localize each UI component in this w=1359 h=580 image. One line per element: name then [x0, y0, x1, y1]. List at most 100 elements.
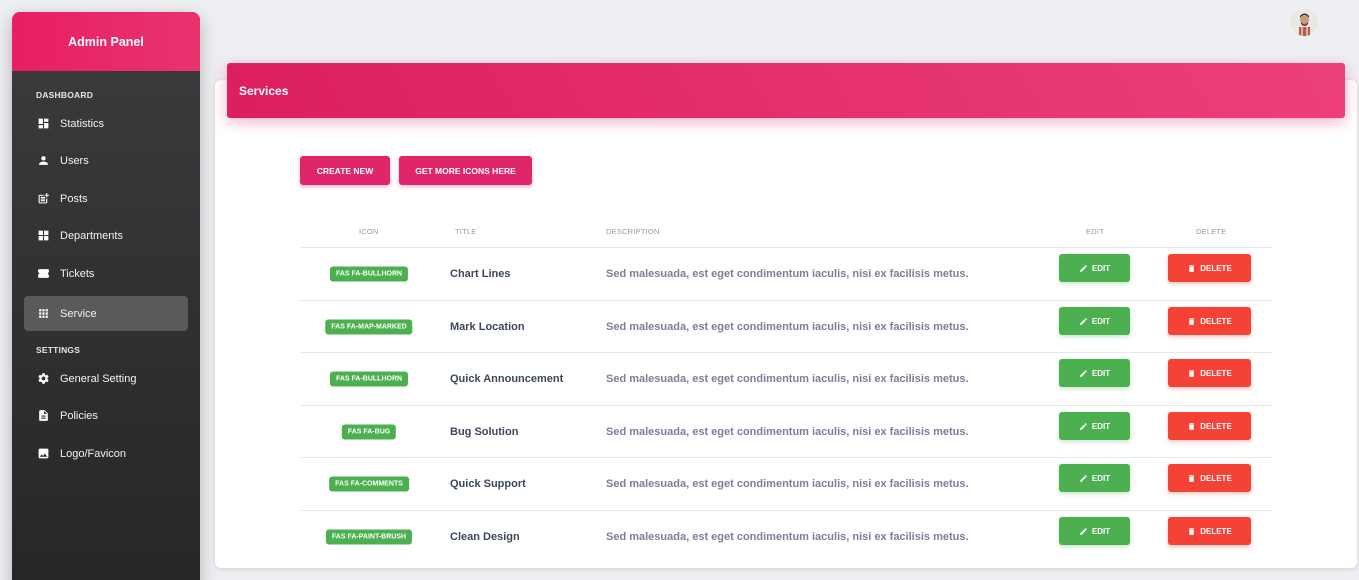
service-description: Sed malesuada, est eget condimentum iacu…: [606, 426, 969, 438]
sidebar-item-label: Tickets: [60, 267, 95, 280]
icon-class-badge: FAS FA-MAP-MARKED: [325, 319, 413, 335]
sidebar-item-label: Statistics: [60, 117, 105, 130]
edit-button[interactable]: EDIT: [1059, 517, 1130, 545]
edit-button[interactable]: EDIT: [1059, 464, 1130, 492]
column-header-edit: EDIT: [1086, 227, 1104, 236]
edit-label: EDIT: [1091, 368, 1111, 378]
sidebar-item-tickets[interactable]: Tickets: [24, 256, 188, 291]
edit-button[interactable]: EDIT: [1059, 359, 1130, 387]
trash-icon: [1189, 474, 1195, 482]
service-title: Chart Lines: [450, 268, 511, 280]
edit-label: EDIT: [1091, 263, 1111, 273]
delete-button[interactable]: DELETE: [1168, 412, 1251, 440]
pencil-icon: [1080, 422, 1087, 430]
sidebar-item-label: Departments: [60, 229, 123, 242]
delete-button[interactable]: DELETE: [1168, 359, 1251, 387]
dashboard-icon: [37, 229, 50, 242]
get-more-icons-button[interactable]: GET MORE ICONS HERE: [399, 156, 532, 185]
person-icon: [37, 154, 50, 167]
column-header-description: DESCRIPTION: [606, 227, 660, 236]
section-label-settings: SETTINGS: [36, 345, 81, 355]
service-description: Sed malesuada, est eget condimentum iacu…: [606, 268, 969, 280]
delete-button[interactable]: DELETE: [1168, 307, 1251, 335]
delete-button[interactable]: DELETE: [1168, 254, 1251, 282]
create-new-button[interactable]: CREATE NEW: [300, 156, 390, 185]
service-description: Sed malesuada, est eget condimentum iacu…: [606, 321, 969, 333]
edit-label: EDIT: [1091, 526, 1111, 536]
column-header-delete: DELETE: [1196, 227, 1227, 236]
grid-icon: [37, 307, 50, 320]
edit-label: EDIT: [1091, 316, 1111, 326]
delete-label: DELETE: [1200, 263, 1232, 273]
delete-label: DELETE: [1200, 526, 1232, 536]
delete-label: DELETE: [1200, 421, 1232, 431]
sidebar-item-departments[interactable]: Departments: [24, 218, 188, 253]
sidebar-item-label: Service: [60, 307, 97, 320]
sidebar-item-users[interactable]: Users: [24, 143, 188, 178]
icon-class-badge: FAS FA-BULLHORN: [329, 266, 409, 282]
service-description: Sed malesuada, est eget condimentum iacu…: [606, 531, 969, 543]
service-title: Quick Support: [450, 478, 526, 490]
pencil-icon: [1080, 317, 1087, 325]
icon-class-badge: FAS FA-PAINT-BRUSH: [325, 529, 413, 545]
app-title: Admin Panel: [68, 34, 144, 49]
trash-icon: [1189, 422, 1195, 430]
column-header-title: TITLE: [455, 227, 477, 236]
delete-label: DELETE: [1200, 316, 1232, 326]
sidebar-item-policies[interactable]: Policies: [24, 398, 188, 433]
icon-class-badge: FAS FA-COMMENTS: [329, 476, 409, 492]
table-row: FAS FA-BULLHORN Quick Announcement Sed m…: [300, 352, 1272, 405]
trash-icon: [1189, 264, 1195, 272]
trash-icon: [1189, 369, 1195, 377]
pencil-icon: [1080, 369, 1087, 377]
edit-label: EDIT: [1091, 421, 1111, 431]
sidebar-item-label: Logo/Favicon: [60, 447, 127, 460]
service-title: Clean Design: [450, 531, 520, 543]
edit-label: EDIT: [1091, 473, 1111, 483]
trash-icon: [1189, 527, 1195, 535]
icon-class-badge: FAS FA-BULLHORN: [329, 371, 409, 387]
sidebar-item-label: Users: [60, 154, 89, 167]
ticket-icon: [37, 267, 50, 280]
table-row: FAS FA-COMMENTS Quick Support Sed malesu…: [300, 457, 1272, 510]
trash-icon: [1189, 317, 1195, 325]
column-header-icon: ICON: [359, 227, 379, 236]
icon-class-badge: FAS FA-BUG: [341, 424, 397, 440]
edit-button[interactable]: EDIT: [1059, 307, 1130, 335]
table-row: FAS FA-MAP-MARKED Mark Location Sed male…: [300, 300, 1272, 353]
delete-label: DELETE: [1200, 473, 1232, 483]
sidebar-item-label: Posts: [60, 192, 88, 205]
sidebar-header: Admin Panel: [12, 12, 200, 71]
table-row: FAS FA-BUG Bug Solution Sed malesuada, e…: [300, 405, 1272, 458]
sidebar-item-posts[interactable]: Posts: [24, 181, 188, 216]
service-description: Sed malesuada, est eget condimentum iacu…: [606, 373, 969, 385]
dashboard-icon: [37, 117, 50, 130]
edit-button[interactable]: EDIT: [1059, 412, 1130, 440]
card-header: Services: [227, 63, 1345, 118]
section-label-dashboard: DASHBOARD: [36, 90, 94, 100]
delete-button[interactable]: DELETE: [1168, 517, 1251, 545]
service-title: Bug Solution: [450, 426, 519, 438]
service-title: Mark Location: [450, 321, 525, 333]
post-add-icon: [37, 192, 50, 205]
document-icon: [37, 409, 50, 422]
delete-button[interactable]: DELETE: [1168, 464, 1251, 492]
page-title: Services: [239, 83, 289, 98]
image-icon: [37, 447, 50, 460]
gear-icon: [37, 372, 50, 385]
delete-label: DELETE: [1200, 368, 1232, 378]
avatar[interactable]: [1291, 9, 1318, 36]
sidebar-item-service[interactable]: Service: [24, 296, 188, 331]
sidebar-item-label: Policies: [60, 409, 98, 422]
sidebar: Admin Panel DASHBOARD Statistics Users P…: [12, 12, 200, 580]
sidebar-item-logo-favicon[interactable]: Logo/Favicon: [24, 436, 188, 471]
sidebar-item-statistics[interactable]: Statistics: [24, 106, 188, 141]
pencil-icon: [1080, 264, 1087, 272]
edit-button[interactable]: EDIT: [1059, 254, 1130, 282]
sidebar-item-label: General Setting: [60, 372, 137, 385]
table-row: FAS FA-PAINT-BRUSH Clean Design Sed male…: [300, 510, 1272, 563]
sidebar-item-general-setting[interactable]: General Setting: [24, 361, 188, 396]
service-description: Sed malesuada, est eget condimentum iacu…: [606, 478, 969, 490]
service-title: Quick Announcement: [450, 373, 564, 385]
table-row: FAS FA-BULLHORN Chart Lines Sed malesuad…: [300, 247, 1272, 300]
